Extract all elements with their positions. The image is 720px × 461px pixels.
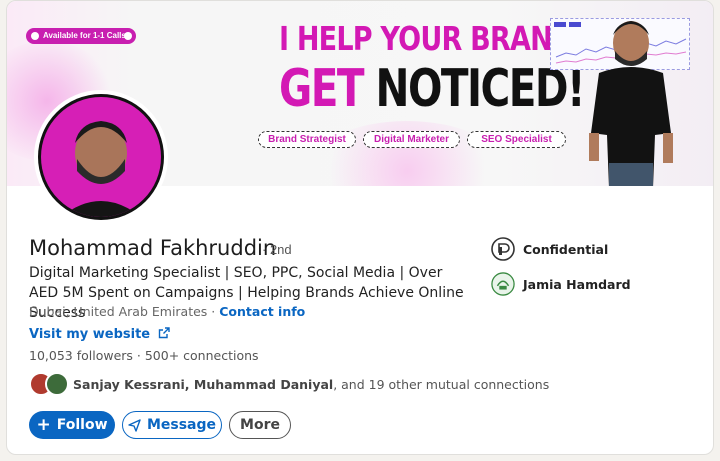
follow-label: Follow [56, 417, 108, 433]
banner-chip-brand-strategist: Brand Strategist [258, 131, 356, 148]
school-name: Jamia Hamdard [523, 276, 631, 292]
website-label: Visit my website [29, 327, 151, 342]
dot-icon [31, 32, 39, 40]
mutual-avatars [29, 372, 73, 396]
external-link-icon [158, 327, 170, 339]
message-button[interactable]: Message [122, 411, 222, 439]
education-school[interactable]: Jamia Hamdard [491, 272, 631, 296]
message-label: Message [146, 417, 217, 433]
availability-badge: Available for 1-1 Calls [26, 28, 136, 44]
plus-icon: + [36, 414, 51, 435]
connections-count[interactable]: 500+ connections [145, 348, 259, 363]
dot-icon [123, 32, 132, 40]
followers-count[interactable]: 10,053 followers [29, 348, 133, 363]
follow-button[interactable]: + Follow [29, 411, 115, 439]
profile-name: Mohammad Fakhruddin [29, 236, 277, 260]
mutual-names: Sanjay Kessrani, Muhammad Daniyal [73, 376, 334, 392]
profile-location: Dubai, United Arab Emirates [29, 304, 208, 319]
school-logo-icon [491, 272, 515, 296]
person-photo [589, 21, 673, 186]
more-button[interactable]: More [229, 411, 291, 439]
current-company[interactable]: Confidential [491, 237, 608, 261]
profile-avatar[interactable] [34, 90, 168, 224]
availability-text: Available for 1-1 Calls [43, 31, 126, 40]
contact-info-link[interactable]: Contact info [219, 304, 305, 319]
avatar-photo [41, 97, 161, 217]
banner-get-text: GET [279, 59, 365, 119]
banner-headline-line1: I HELP YOUR BRAND [279, 19, 574, 58]
more-label: More [240, 417, 280, 433]
network-stats: 10,053 followers · 500+ connections [29, 348, 259, 363]
profile-card: Available for 1-1 Calls I HELP YOUR BRAN… [6, 0, 714, 455]
banner-chip-seo-specialist: SEO Specialist [467, 131, 566, 148]
avatar-ring [38, 94, 164, 220]
avatar [45, 372, 69, 396]
company-name: Confidential [523, 241, 609, 257]
connection-degree: · 2nd [262, 242, 292, 257]
mutual-connections[interactable]: Sanjay Kessrani, Muhammad Daniyal, and 1… [29, 372, 549, 396]
website-link[interactable]: Visit my website [29, 327, 170, 342]
chart-tab-shape [554, 22, 566, 27]
mutual-rest: , and 19 other mutual connections [333, 376, 550, 392]
banner-chip-digital-marketer: Digital Marketer [363, 131, 460, 148]
person-face-graphic [61, 121, 141, 217]
banner-headline-line2: GET NOTICED! [279, 59, 585, 119]
separator: · [207, 304, 220, 319]
profile-location-row: Dubai, United Arab Emirates · Contact in… [29, 304, 305, 319]
company-logo-icon [491, 237, 515, 261]
send-icon [128, 418, 141, 432]
